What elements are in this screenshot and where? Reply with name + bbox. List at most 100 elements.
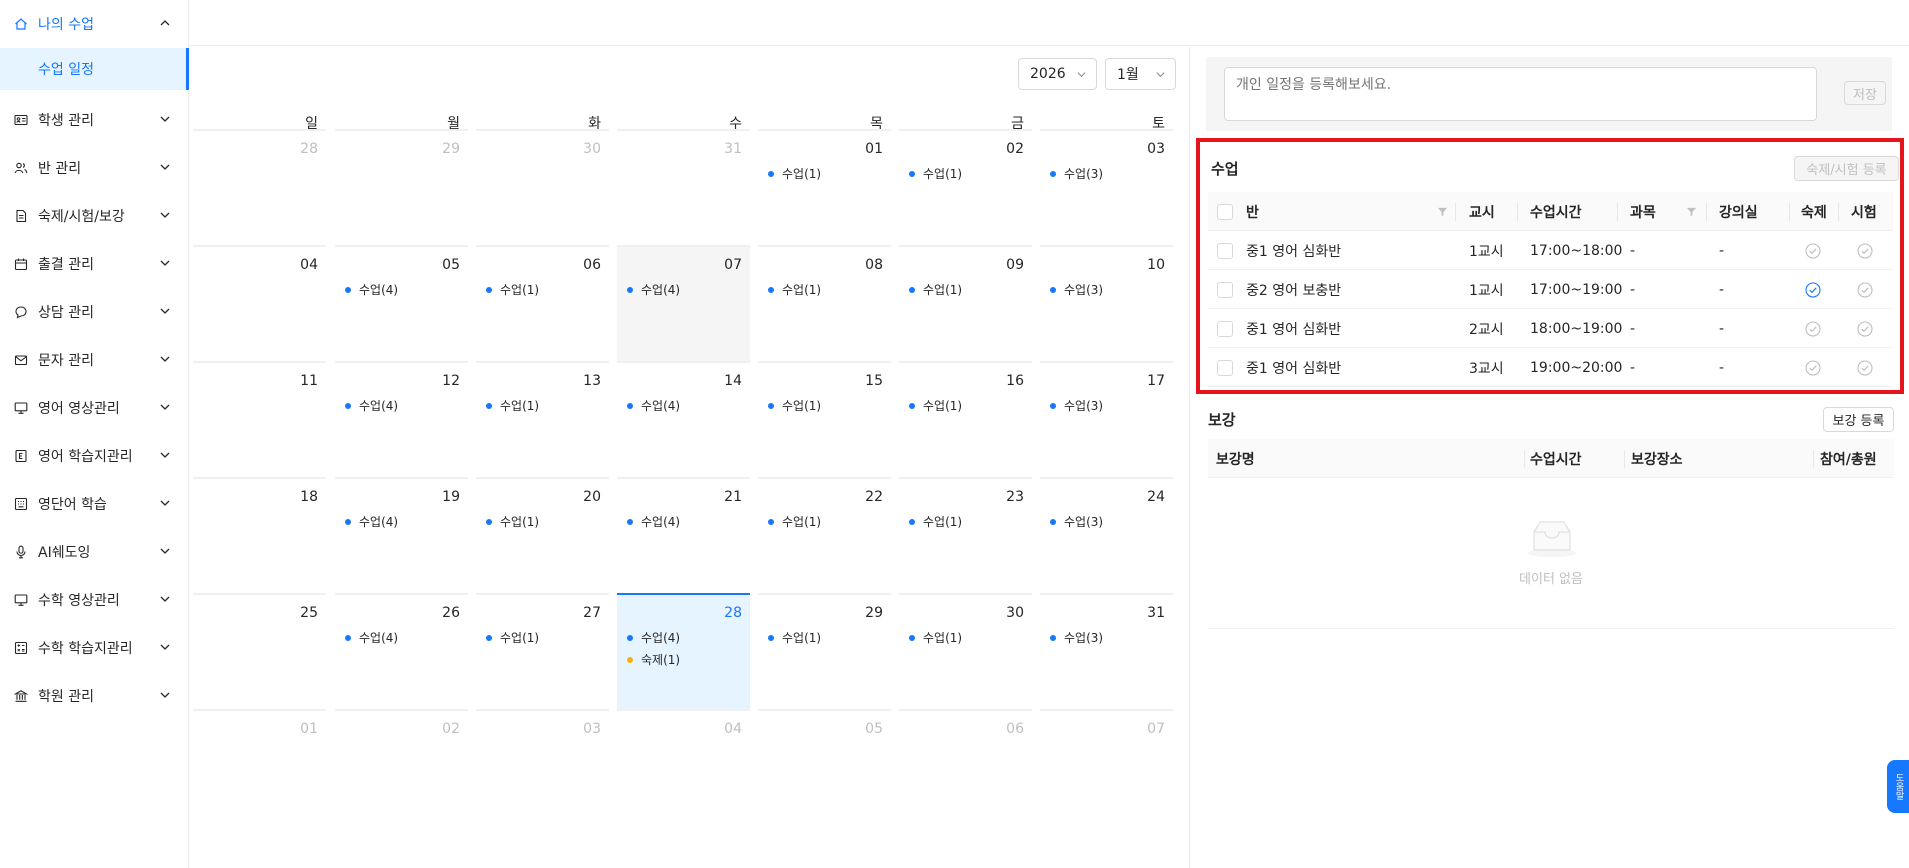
class-event[interactable]: 수업(1) (768, 281, 821, 298)
class-event[interactable]: 수업(1) (768, 165, 821, 182)
sidebar-item[interactable]: 학생 관리 (0, 96, 189, 144)
row-checkbox[interactable] (1217, 348, 1233, 387)
calendar-day[interactable]: 30 (476, 129, 609, 245)
sidebar-item[interactable]: 상담 관리 (0, 288, 189, 336)
class-event[interactable]: 수업(1) (909, 281, 962, 298)
homework-status[interactable] (1805, 231, 1821, 270)
calendar-day[interactable]: 08 수업(1) (758, 245, 891, 361)
exam-status[interactable] (1857, 270, 1873, 309)
calendar-day[interactable]: 05 수업(4) (335, 245, 468, 361)
table-row[interactable]: 중1 영어 심화반 2교시 18:00~19:00- - (1208, 309, 1893, 348)
homework-status[interactable] (1805, 348, 1821, 387)
table-row[interactable]: 중1 영어 심화반 3교시 19:00~20:00- - (1208, 348, 1893, 387)
row-checkbox[interactable] (1217, 270, 1233, 309)
calendar-day[interactable]: 05 (758, 709, 891, 825)
month-select[interactable]: 1월 (1105, 58, 1176, 90)
class-event[interactable]: 수업(4) (345, 281, 398, 298)
check-circle-active-icon[interactable] (1805, 281, 1821, 298)
sidebar-item[interactable]: AI쉐도잉 (0, 528, 189, 576)
checkbox[interactable] (1217, 359, 1233, 376)
class-event[interactable]: 수업(4) (345, 629, 398, 646)
sidebar-item[interactable]: 학원 관리 (0, 672, 189, 720)
class-event[interactable]: 수업(4) (345, 397, 398, 414)
select-all-checkbox[interactable] (1217, 192, 1233, 231)
class-event[interactable]: 수업(1) (768, 397, 821, 414)
calendar-day[interactable]: 02 (335, 709, 468, 825)
exam-status[interactable] (1857, 231, 1873, 270)
check-circle-icon[interactable] (1805, 359, 1821, 376)
homework-status[interactable] (1805, 309, 1821, 348)
calendar-day[interactable]: 01 수업(1) (758, 129, 891, 245)
filter-icon[interactable] (1437, 206, 1448, 217)
calendar-day[interactable]: 04 (617, 709, 750, 825)
calendar-day[interactable]: 17 수업(3) (1040, 361, 1173, 477)
calendar-day[interactable]: 13 수업(1) (476, 361, 609, 477)
class-event[interactable]: 수업(4) (627, 397, 680, 414)
calendar-day[interactable]: 01 (193, 709, 326, 825)
calendar-day[interactable]: 18 (193, 477, 326, 593)
class-event[interactable]: 수업(3) (1050, 397, 1103, 414)
sidebar-item[interactable]: 영어 학습지관리 (0, 432, 189, 480)
sidebar-item[interactable]: 나의 수업 (0, 0, 189, 48)
calendar-day[interactable]: 07 수업(4) (617, 245, 750, 361)
exam-status[interactable] (1857, 309, 1873, 348)
class-event[interactable]: 수업(4) (627, 513, 680, 530)
help-tab[interactable]: 도움말 (1887, 760, 1909, 813)
row-checkbox[interactable] (1217, 309, 1233, 348)
calendar-day[interactable]: 14 수업(4) (617, 361, 750, 477)
sidebar-item[interactable]: 영어 영상관리 (0, 384, 189, 432)
check-circle-icon[interactable] (1805, 320, 1821, 337)
sidebar-item[interactable]: 수학 영상관리 (0, 576, 189, 624)
calendar-day[interactable]: 06 (899, 709, 1032, 825)
calendar-day[interactable]: 06 수업(1) (476, 245, 609, 361)
checkbox[interactable] (1217, 281, 1233, 298)
calendar-day[interactable]: 31 (617, 129, 750, 245)
class-event[interactable]: 수업(1) (909, 397, 962, 414)
class-event[interactable]: 수업(4) (627, 281, 680, 298)
personal-schedule-input[interactable] (1224, 67, 1817, 121)
check-circle-icon[interactable] (1857, 242, 1873, 259)
calendar-day[interactable]: 15 수업(1) (758, 361, 891, 477)
calendar-day[interactable]: 09 수업(1) (899, 245, 1032, 361)
calendar-day[interactable]: 21 수업(4) (617, 477, 750, 593)
class-event[interactable]: 수업(4) (345, 513, 398, 530)
sidebar-item[interactable]: 영단어 학습 (0, 480, 189, 528)
calendar-day[interactable]: 28 (193, 129, 326, 245)
class-event[interactable]: 수업(3) (1050, 629, 1103, 646)
calendar-day[interactable]: 04 (193, 245, 326, 361)
calendar-day[interactable]: 12 수업(4) (335, 361, 468, 477)
checkbox[interactable] (1217, 242, 1233, 259)
calendar-day[interactable]: 19 수업(4) (335, 477, 468, 593)
class-event[interactable]: 수업(1) (909, 165, 962, 182)
class-event[interactable]: 수업(1) (486, 513, 539, 530)
table-row[interactable]: 중1 영어 심화반 1교시 17:00~18:00- - (1208, 231, 1893, 270)
calendar-day[interactable]: 03 수업(3) (1040, 129, 1173, 245)
class-event[interactable]: 수업(1) (486, 281, 539, 298)
calendar-day[interactable]: 22 수업(1) (758, 477, 891, 593)
calendar-day[interactable]: 03 (476, 709, 609, 825)
calendar-day-today[interactable]: 28 수업(4) 숙제(1) (617, 593, 750, 709)
class-event[interactable]: 수업(1) (486, 629, 539, 646)
calendar-day[interactable]: 20 수업(1) (476, 477, 609, 593)
class-event[interactable]: 수업(1) (909, 513, 962, 530)
calendar-day[interactable]: 02 수업(1) (899, 129, 1032, 245)
row-checkbox[interactable] (1217, 231, 1233, 270)
calendar-day[interactable]: 26 수업(4) (335, 593, 468, 709)
calendar-day[interactable]: 29 (335, 129, 468, 245)
class-event[interactable]: 수업(1) (768, 629, 821, 646)
sidebar-item[interactable]: 출결 관리 (0, 240, 189, 288)
save-button[interactable]: 저장 (1844, 81, 1886, 105)
filter-icon[interactable] (1686, 206, 1697, 217)
class-event[interactable]: 수업(1) (486, 397, 539, 414)
calendar-day[interactable]: 30 수업(1) (899, 593, 1032, 709)
add-makeup-button[interactable]: 보강 등록 (1823, 407, 1894, 432)
register-homework-exam-button[interactable]: 숙제/시험 등록 (1794, 156, 1899, 181)
sidebar-subitem-class-schedule[interactable]: 수업 일정 (0, 48, 189, 90)
homework-event[interactable]: 숙제(1) (627, 651, 680, 668)
class-event[interactable]: 수업(3) (1050, 513, 1103, 530)
year-select[interactable]: 2026 (1018, 58, 1097, 90)
sidebar-item[interactable]: 숙제/시험/보강 (0, 192, 189, 240)
check-circle-icon[interactable] (1857, 281, 1873, 298)
class-event[interactable]: 수업(1) (909, 629, 962, 646)
calendar-day[interactable]: 16 수업(1) (899, 361, 1032, 477)
